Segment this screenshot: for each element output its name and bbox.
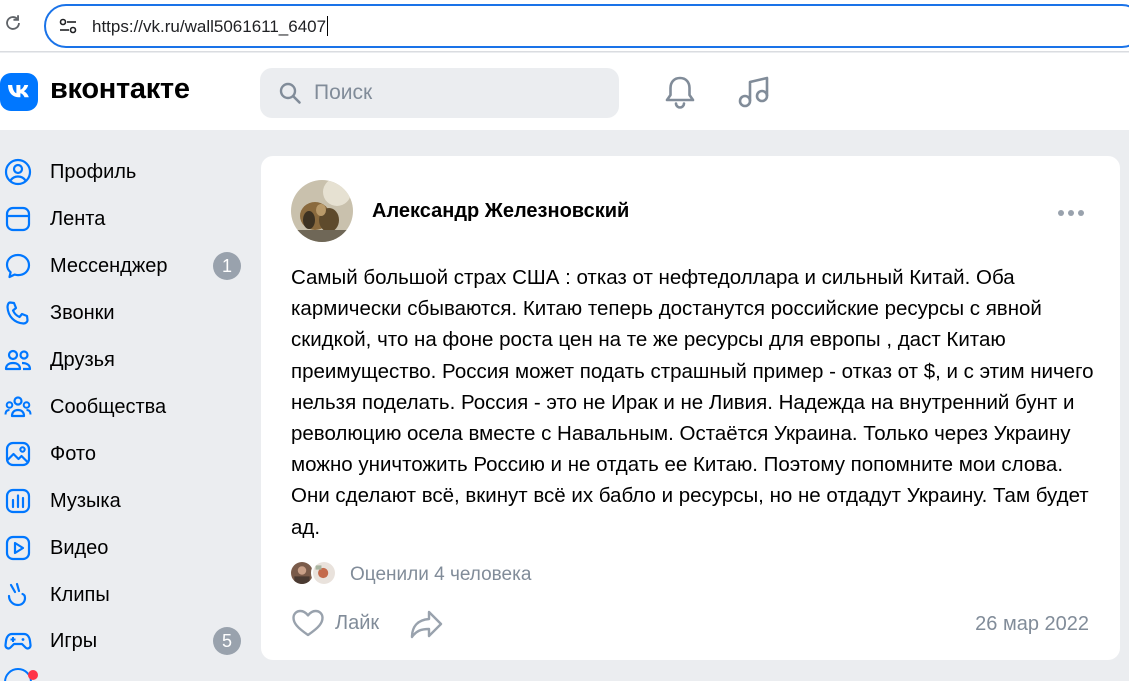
- author-name[interactable]: Александр Железновский: [372, 200, 629, 223]
- search-box[interactable]: [260, 68, 619, 118]
- communities-icon: [4, 396, 32, 418]
- sidebar-item-label: Мессенджер: [50, 255, 168, 277]
- author-avatar[interactable]: [291, 180, 353, 242]
- like-label: Лайк: [335, 612, 380, 634]
- vk-header: вконтакте: [0, 53, 1129, 130]
- sidebar-item-games[interactable]: Игры 5: [0, 621, 250, 661]
- notification-dot: [28, 670, 38, 680]
- sidebar-item-calls[interactable]: Звонки: [0, 293, 250, 333]
- sidebar-item-label: Профиль: [50, 161, 137, 183]
- sidebar-item-label: Лента: [50, 208, 106, 230]
- video-icon: [5, 535, 31, 561]
- sidebar-item-label: Игры: [50, 630, 98, 652]
- games-count-badge: 5: [213, 627, 241, 655]
- sidebar-item-photos[interactable]: Фото: [0, 434, 250, 474]
- sidebar-item-music[interactable]: Музыка: [0, 481, 250, 521]
- sidebar-item-communities[interactable]: Сообщества: [0, 387, 250, 427]
- music-player-icon[interactable]: [736, 74, 772, 110]
- sidebar-item-clips[interactable]: Клипы: [0, 575, 250, 615]
- messenger-icon: [5, 253, 31, 279]
- search-icon: [279, 82, 301, 104]
- liked-by-row[interactable]: Оценили 4 человека: [289, 560, 589, 586]
- address-bar[interactable]: https://vk.ru/wall5061611_6407: [44, 4, 1129, 48]
- post-date[interactable]: 26 мар 2022: [975, 613, 1089, 636]
- phone-icon: [6, 301, 29, 325]
- sidebar-item-label: Друзья: [50, 349, 115, 371]
- sidebar-item-feed[interactable]: Лента: [0, 199, 250, 239]
- liked-by-text[interactable]: Оценили 4 человека: [350, 564, 531, 586]
- browser-toolbar: https://vk.ru/wall5061611_6407: [0, 0, 1129, 52]
- sidebar-item-video[interactable]: Видео: [0, 528, 250, 568]
- sidebar-item-label: Видео: [50, 537, 109, 559]
- games-icon: [4, 632, 32, 650]
- like-button[interactable]: Лайк: [291, 606, 391, 642]
- post-card: Александр Железновский Самый большой стр…: [261, 156, 1120, 660]
- search-input[interactable]: [314, 76, 604, 110]
- unread-count-badge: 1: [213, 252, 241, 280]
- sidebar-item-messenger[interactable]: Мессенджер 1: [0, 246, 250, 286]
- sidebar-item-profile[interactable]: Профиль: [0, 152, 250, 192]
- music-icon: [5, 488, 31, 514]
- vk-logo-icon[interactable]: [0, 73, 38, 111]
- sidebar-item-label: Сообщества: [50, 396, 167, 418]
- sidebar-item-label: Фото: [50, 443, 96, 465]
- heart-icon: [292, 609, 324, 637]
- more-options-icon[interactable]: [1057, 208, 1085, 218]
- profile-icon: [4, 158, 32, 186]
- clips-icon: [7, 582, 27, 607]
- sidebar-item-friends[interactable]: Друзья: [0, 340, 250, 380]
- reload-icon[interactable]: [2, 12, 24, 34]
- sidebar-item-label: Музыка: [50, 490, 121, 512]
- sidebar-item-label: Клипы: [50, 584, 110, 606]
- url-text[interactable]: https://vk.ru/wall5061611_6407: [92, 16, 329, 37]
- vk-logo-text[interactable]: вконтакте: [50, 73, 190, 106]
- liker-avatar: [311, 560, 337, 586]
- site-info-icon[interactable]: [58, 17, 78, 35]
- sidebar-item-label: Звонки: [50, 302, 115, 324]
- photo-icon: [5, 441, 31, 467]
- post-text: Самый большой страх США : отказ от нефте…: [291, 266, 1094, 539]
- notifications-bell-icon[interactable]: [663, 74, 697, 110]
- feed-icon: [5, 206, 31, 232]
- friends-icon: [4, 349, 32, 371]
- share-icon[interactable]: [409, 607, 445, 641]
